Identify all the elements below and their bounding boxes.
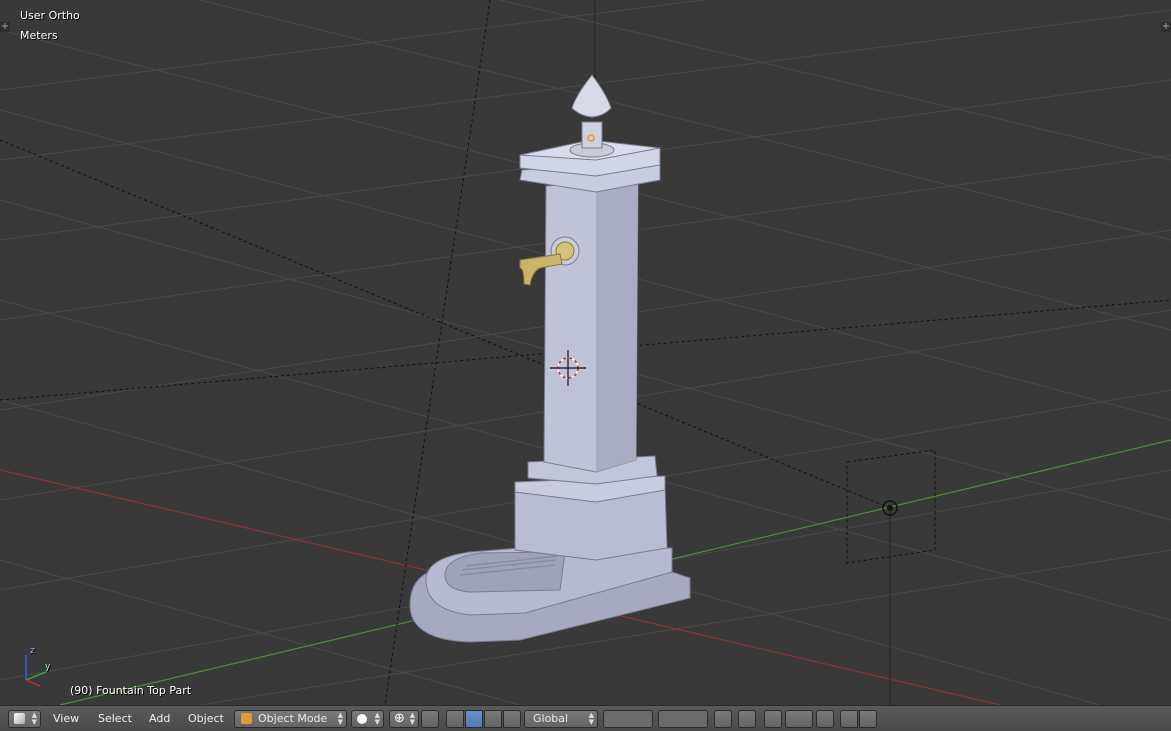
layers-grid-icon[interactable] (603, 710, 653, 728)
menu-select[interactable]: Select (98, 710, 132, 728)
scale-manipulator-button[interactable] (503, 710, 521, 728)
snap-target-button[interactable] (816, 710, 834, 728)
orientation-label: Global (533, 712, 569, 725)
lamp-center (887, 505, 893, 511)
chevron-updown-icon: ▲ ▼ (588, 711, 594, 726)
layer-lock-button[interactable] (714, 710, 732, 728)
editor-type-button[interactable]: ▲ ▼ (8, 710, 41, 728)
layers-grid-icon-2[interactable] (658, 710, 708, 728)
camera-icon[interactable] (840, 710, 858, 728)
menu-view[interactable]: View (53, 710, 79, 728)
transform-orientation-selector[interactable]: Global ▲ ▼ (524, 710, 598, 728)
manipulator-icon[interactable] (446, 710, 464, 728)
snap-element-button[interactable] (785, 710, 813, 728)
units-label: Meters (20, 29, 58, 42)
pivot-only-locations-button[interactable] (421, 710, 439, 728)
split-area-right-icon[interactable]: + (1161, 22, 1171, 32)
render-animation-button[interactable] (859, 710, 877, 728)
rotate-manipulator-button[interactable] (484, 710, 502, 728)
chevron-updown-icon: ▲ ▼ (409, 711, 415, 726)
mode-selector[interactable]: Object Mode ▲ ▼ (234, 710, 347, 728)
split-area-left-icon[interactable]: + (0, 22, 10, 32)
proportional-edit-button[interactable] (738, 710, 756, 728)
pivot-point-icon: ⊕ (394, 711, 405, 726)
gizmo-y-label: y (45, 662, 51, 672)
viewport-canvas[interactable] (0, 0, 1171, 705)
chevron-updown-icon: ▲ ▼ (337, 711, 343, 726)
object-mode-icon (241, 713, 252, 724)
chevron-updown-icon: ▲ ▼ (374, 711, 380, 726)
mode-label: Object Mode (258, 712, 328, 725)
menu-add[interactable]: Add (149, 710, 170, 728)
object-info-label: (90) Fountain Top Part (70, 684, 192, 697)
viewport-header: ▲ ▼ View Select Add Object Object Mode ▲ ▼… (0, 705, 1171, 731)
snap-button[interactable] (764, 710, 782, 728)
3d-viewport[interactable]: User Ortho Meters + + z y (90) Fountain … (0, 0, 1171, 705)
pivot-point-button[interactable]: ⊕ ▲ ▼ (389, 710, 419, 728)
viewport-shading-button[interactable]: ▲ ▼ (351, 710, 384, 728)
view-name-label: User Ortho (20, 9, 80, 22)
axis-gizmo (25, 655, 47, 687)
chevron-updown-icon: ▲ ▼ (31, 711, 37, 726)
gizmo-z-label: z (30, 646, 35, 656)
fountain-model[interactable] (409, 74, 691, 643)
solid-sphere-icon (357, 714, 367, 724)
translate-manipulator-button[interactable] (465, 710, 483, 728)
cube-icon (14, 713, 25, 724)
camera-line (0, 139, 891, 509)
menu-object[interactable]: Object (188, 710, 224, 728)
